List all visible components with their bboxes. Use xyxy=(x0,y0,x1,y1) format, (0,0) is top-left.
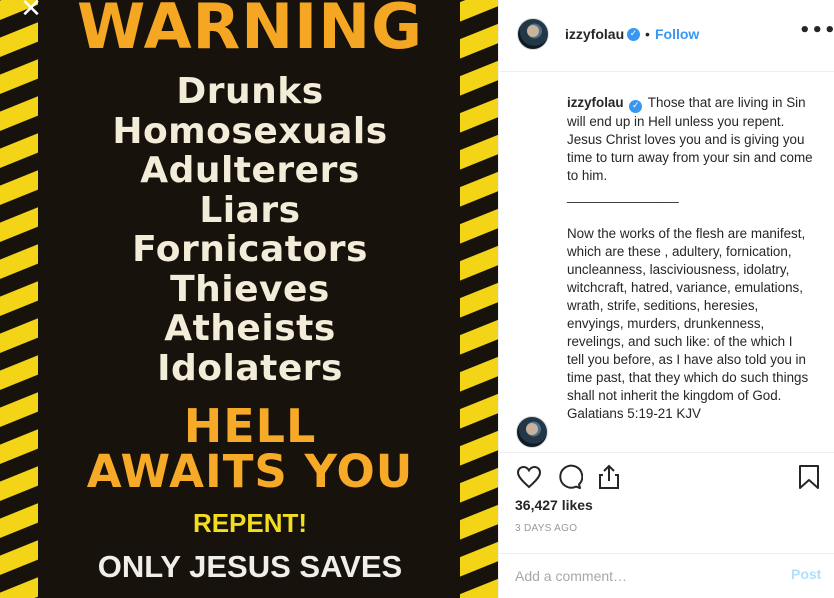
hazard-stripe xyxy=(0,427,38,467)
hazard-stripe xyxy=(0,168,38,208)
caption-username[interactable]: izzyfolau xyxy=(567,95,624,110)
post-header: izzyfolau ✓ • Follow ••• xyxy=(499,0,834,72)
hazard-stripe xyxy=(0,464,38,504)
poster-sinner-item: Adulterers xyxy=(140,150,360,191)
header-username[interactable]: izzyfolau xyxy=(565,26,624,42)
follow-button[interactable]: Follow xyxy=(655,26,699,42)
hazard-stripe xyxy=(460,427,498,467)
hazard-stripes-left xyxy=(0,0,38,598)
caption-section: izzyfolau ✓ Those that are living in Sin… xyxy=(499,72,834,452)
share-icon[interactable] xyxy=(595,463,623,491)
comment-input[interactable] xyxy=(515,566,775,586)
caption-divider: _______________ xyxy=(567,188,679,203)
poster-sinner-item: Idolaters xyxy=(157,347,343,389)
hazard-stripe xyxy=(460,390,498,430)
hazard-stripe xyxy=(460,501,498,541)
hazard-stripe xyxy=(460,279,498,319)
hazard-stripe xyxy=(0,94,38,134)
hazard-stripe xyxy=(460,57,498,97)
hazard-stripe xyxy=(0,20,38,60)
hazard-stripe xyxy=(460,0,498,23)
poster-saves-line: ONLY JESUS SAVES xyxy=(97,549,403,584)
hazard-stripes-right xyxy=(460,0,498,598)
avatar[interactable] xyxy=(517,18,549,50)
comment-form: Post xyxy=(499,553,834,598)
poster-repent-line: REPENT! xyxy=(192,508,308,538)
poster-sinner-item: Homosexuals xyxy=(112,110,388,152)
hazard-stripe xyxy=(0,57,38,97)
hazard-stripe xyxy=(460,205,498,245)
heart-icon[interactable] xyxy=(515,463,543,491)
post-timestamp[interactable]: 3 DAYS AGO xyxy=(515,523,577,534)
comment-icon[interactable] xyxy=(555,463,583,491)
hazard-stripe xyxy=(0,575,38,598)
hazard-stripe xyxy=(460,131,498,171)
verified-badge-icon: ✓ xyxy=(629,100,643,113)
post-comment-button[interactable]: Post xyxy=(791,566,821,582)
hazard-stripe xyxy=(0,316,38,356)
hazard-stripe xyxy=(0,390,38,430)
hazard-stripe xyxy=(460,316,498,356)
post-actions: 36,427 likes 3 DAYS AGO Post xyxy=(499,452,834,598)
avatar[interactable] xyxy=(516,416,548,448)
hazard-stripe xyxy=(460,20,498,60)
hazard-stripe xyxy=(0,242,38,282)
poster-awaits-line: AWAITS YOU xyxy=(86,445,414,498)
post-image: ✕ WARNING Drunks Homosexuals Adulterers … xyxy=(0,0,498,598)
hazard-stripe xyxy=(0,353,38,393)
hazard-stripe xyxy=(460,242,498,282)
hazard-stripe xyxy=(0,205,38,245)
hazard-stripe xyxy=(460,538,498,578)
poster-sinner-item: Atheists xyxy=(164,308,336,349)
hazard-stripe xyxy=(0,279,38,319)
poster-hell-line: HELL xyxy=(183,399,317,453)
hazard-stripe xyxy=(460,168,498,208)
hazard-stripe xyxy=(460,464,498,504)
poster-sinner-item: Thieves xyxy=(170,268,330,310)
likes-count[interactable]: 36,427 likes xyxy=(515,497,593,513)
bookmark-icon[interactable] xyxy=(795,463,823,491)
post-side-panel: izzyfolau ✓ • Follow ••• izzyfolau ✓ Tho… xyxy=(498,0,834,598)
more-options-icon[interactable]: ••• xyxy=(799,20,834,41)
poster-sinner-item: Drunks xyxy=(176,71,324,112)
caption-paragraph-2: Now the works of the flesh are manifest,… xyxy=(567,226,809,421)
hazard-stripe xyxy=(0,501,38,541)
hazard-stripe xyxy=(460,94,498,134)
poster-sinner-list: Drunks Homosexuals Adulterers Liars Forn… xyxy=(40,72,460,388)
hazard-stripe xyxy=(460,575,498,598)
post-caption: izzyfolau ✓ Those that are living in Sin… xyxy=(567,94,813,423)
hazard-stripe xyxy=(0,538,38,578)
hazard-stripe xyxy=(460,353,498,393)
poster-sinner-item: Liars xyxy=(199,189,301,231)
poster-warning-title: WARNING xyxy=(76,0,424,63)
hazard-stripe xyxy=(0,131,38,171)
verified-badge-icon: ✓ xyxy=(627,28,640,41)
poster-sinner-item: Fornicators xyxy=(132,229,368,270)
separator-dot: • xyxy=(645,26,650,42)
